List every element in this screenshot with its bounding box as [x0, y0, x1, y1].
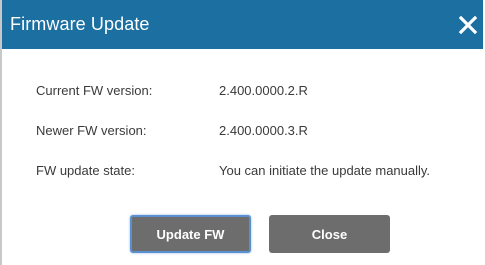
firmware-info: Current FW version: 2.400.0000.2.R Newer… — [36, 80, 430, 200]
fw-update-state-label: FW update state: — [36, 162, 135, 178]
newer-fw-value: 2.400.0000.3.R — [219, 122, 308, 138]
dialog-titlebar: Firmware Update — [2, 0, 483, 49]
dialog-buttons: Update FW Close — [130, 215, 390, 253]
current-fw-row: Current FW version: 2.400.0000.2.R — [36, 80, 430, 100]
newer-fw-label: Newer FW version: — [36, 122, 147, 138]
close-button[interactable]: Close — [269, 215, 390, 253]
current-fw-label: Current FW version: — [36, 82, 153, 98]
fw-update-state-row: FW update state: You can initiate the up… — [36, 160, 430, 180]
firmware-update-dialog: Firmware Update Current FW version: 2.40… — [0, 0, 483, 265]
newer-fw-row: Newer FW version: 2.400.0000.3.R — [36, 120, 430, 140]
close-icon[interactable] — [459, 15, 477, 34]
fw-update-state-value: You can initiate the update manually. — [219, 162, 431, 178]
dialog-title: Firmware Update — [10, 14, 150, 34]
update-fw-button[interactable]: Update FW — [130, 215, 251, 253]
current-fw-value: 2.400.0000.2.R — [219, 82, 308, 98]
